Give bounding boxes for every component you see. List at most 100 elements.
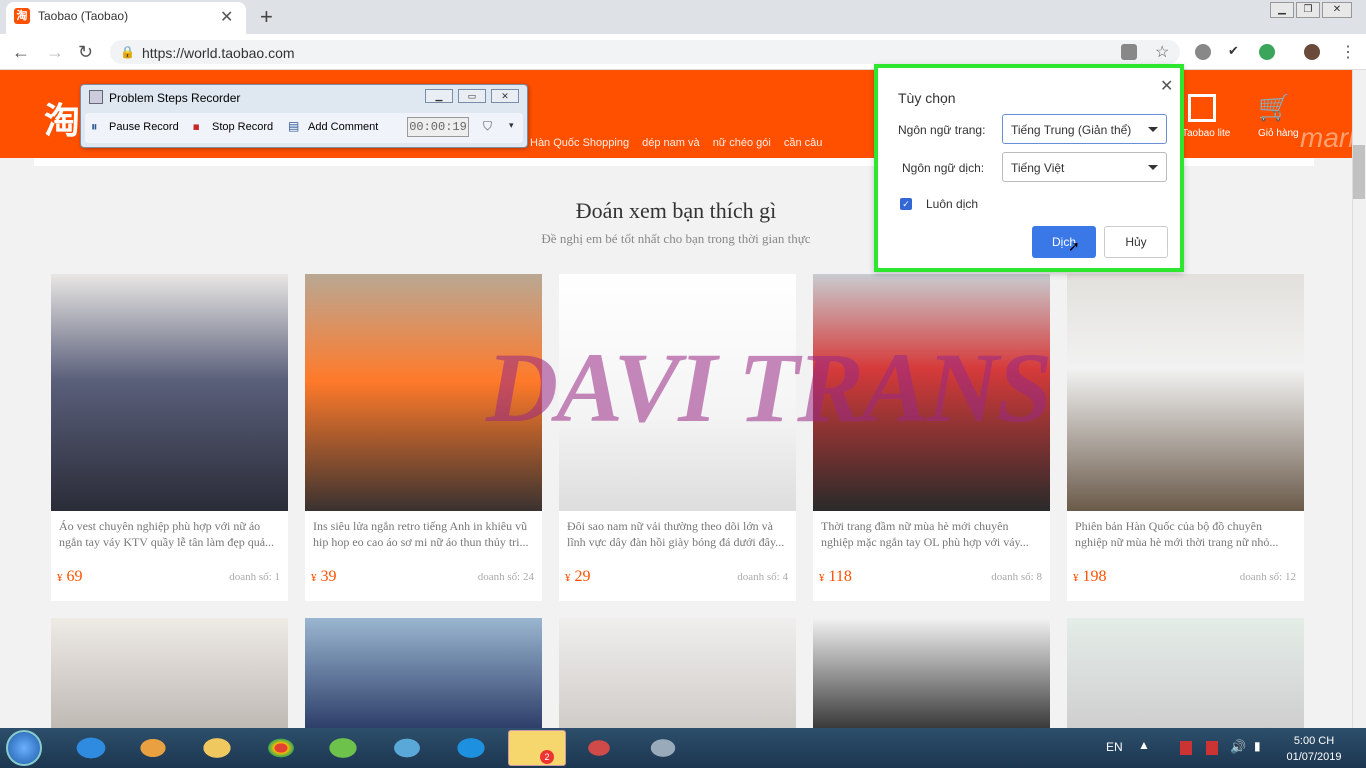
cancel-button[interactable]: Hủy — [1104, 226, 1168, 258]
category-link[interactable]: dép nam và — [642, 137, 699, 149]
product-card[interactable]: Áo vest chuyên nghiệp phù hợp với nữ áo … — [51, 274, 288, 601]
notes-app-icon[interactable] — [382, 730, 432, 766]
target-language-value: Tiếng Việt — [1011, 161, 1065, 175]
back-icon[interactable]: ← — [12, 42, 30, 63]
psr-minimize-button[interactable]: ▁ — [425, 89, 453, 103]
zalo-icon[interactable] — [508, 730, 566, 766]
media-player-icon[interactable] — [128, 730, 178, 766]
qr-code-icon[interactable] — [1188, 94, 1216, 122]
currency-symbol: ¥ — [565, 572, 571, 584]
volume-icon[interactable]: 🔊 — [1230, 739, 1246, 755]
shield-icon[interactable]: ⛉ — [483, 119, 492, 134]
page-language-label: Ngôn ngữ trang: — [898, 123, 986, 137]
product-description[interactable]: Phiên bản Hàn Quốc của bộ đồ chuyên nghi… — [1075, 518, 1297, 550]
new-tab-button[interactable]: + — [260, 4, 273, 30]
mouse-cursor-icon: ➚ — [1068, 238, 1080, 254]
tray-expand-icon[interactable]: ▲ — [1138, 738, 1150, 752]
price-value: 39 — [320, 568, 337, 585]
product-price: ¥ 118 — [819, 568, 852, 586]
green-app-icon[interactable] — [318, 730, 368, 766]
reload-icon[interactable]: ↻ — [78, 42, 93, 63]
profile-avatar[interactable] — [1304, 44, 1320, 60]
translate-icon[interactable] — [1121, 44, 1137, 60]
product-card[interactable]: Phiên bản Hàn Quốc của bộ đồ chuyên nghi… — [1067, 274, 1304, 601]
pause-icon[interactable]: ⏸ — [91, 119, 98, 135]
tray-app-icon[interactable] — [1180, 741, 1192, 755]
category-link[interactable]: cần câu — [784, 137, 823, 149]
close-window-button[interactable]: ✕ — [1322, 2, 1352, 18]
restore-button[interactable]: ❐ — [1296, 2, 1320, 18]
stop-record-button[interactable]: Stop Record — [212, 121, 273, 133]
comment-icon[interactable]: ▤ — [288, 119, 299, 133]
product-description[interactable]: Thời trang đầm nữ mùa hè mới chuyên nghi… — [821, 518, 1043, 550]
menu-dots-icon[interactable]: ⋮ — [1340, 42, 1356, 62]
lock-icon[interactable]: 🔒 — [120, 45, 135, 59]
forward-icon[interactable]: → — [46, 42, 64, 63]
category-link[interactable]: nữ chéo gói — [713, 137, 771, 149]
product-card[interactable] — [1067, 618, 1304, 728]
extension-plus-icon[interactable] — [1259, 44, 1275, 60]
psr-app-icon — [89, 90, 103, 104]
cart-label[interactable]: Giỏ hàng — [1258, 128, 1299, 139]
psr-title: Problem Steps Recorder — [109, 91, 241, 105]
taobao-logo[interactable]: 淘 — [44, 92, 80, 144]
bookmark-star-icon[interactable]: ☆ — [1155, 42, 1169, 62]
steps-recorder-icon[interactable] — [638, 730, 688, 766]
psr-window: Problem Steps Recorder ▁ ▭ ✕ ⏸ Pause Rec… — [80, 84, 528, 148]
psr-close-button[interactable]: ✕ — [491, 89, 519, 103]
always-translate-checkbox[interactable]: ✓ — [900, 198, 912, 210]
tab-close-icon[interactable]: ✕ — [220, 7, 233, 27]
file-explorer-icon[interactable] — [192, 730, 242, 766]
translate-button[interactable]: Dịch — [1032, 226, 1096, 258]
pause-record-button[interactable]: Pause Record — [109, 121, 179, 133]
currency-symbol: ¥ — [311, 572, 317, 584]
skype-icon[interactable] — [446, 730, 496, 766]
extension-gear-icon[interactable] — [1195, 44, 1211, 60]
page-language-value: Tiếng Trung (Giản thể) — [1011, 123, 1132, 137]
product-card[interactable] — [305, 618, 542, 728]
product-description[interactable]: Áo vest chuyên nghiệp phù hợp với nữ áo … — [59, 518, 281, 550]
internet-explorer-icon[interactable] — [66, 730, 116, 766]
chrome-icon[interactable] — [256, 730, 306, 766]
network-icon[interactable]: ▮ — [1254, 739, 1261, 753]
psr-timer: 00:00:19 — [407, 117, 469, 137]
target-language-select[interactable]: Tiếng Việt — [1002, 152, 1167, 182]
product-card[interactable] — [559, 618, 796, 728]
cart-icon[interactable]: 🛒 — [1258, 92, 1290, 123]
psr-maximize-button[interactable]: ▭ — [458, 89, 486, 103]
taobao-lite-label[interactable]: Taobao lite — [1182, 128, 1230, 139]
clock-time[interactable]: 5:00 CH — [1282, 735, 1346, 747]
scrollbar-thumb[interactable] — [1353, 145, 1365, 199]
always-translate-label[interactable]: Luôn dịch — [926, 197, 978, 211]
stop-icon[interactable]: ⏹ — [193, 119, 200, 135]
close-icon[interactable]: ✕ — [1160, 76, 1173, 96]
product-price: ¥ 69 — [57, 568, 83, 586]
product-sales: doanh số: 8 — [991, 571, 1042, 583]
translate-options-popup: Tùy chọn ✕ Ngôn ngữ trang: Tiếng Trung (… — [874, 64, 1184, 272]
extension-check-icon[interactable]: ✔ — [1228, 43, 1239, 59]
action-center-icon[interactable] — [1206, 741, 1218, 755]
zalo-badge: 2 — [540, 750, 554, 764]
product-card[interactable] — [813, 618, 1050, 728]
url-text[interactable]: https://world.taobao.com — [142, 45, 295, 61]
product-description[interactable]: Ins siêu lửa ngắn retro tiếng Anh in khi… — [313, 518, 535, 550]
currency-symbol: ¥ — [1073, 572, 1079, 584]
language-indicator[interactable]: EN — [1106, 740, 1123, 754]
target-language-label: Ngôn ngữ dịch: — [902, 161, 985, 175]
snipping-tool-icon[interactable] — [574, 730, 624, 766]
add-comment-button[interactable]: Add Comment — [308, 121, 378, 133]
start-button[interactable] — [6, 730, 42, 766]
product-sales: doanh số: 4 — [737, 571, 788, 583]
page-language-select[interactable]: Tiếng Trung (Giản thể) — [1002, 114, 1167, 144]
product-image[interactable] — [1067, 274, 1304, 511]
davi-trans-watermark: DAVI TRANS — [486, 332, 1052, 443]
chevron-down-icon[interactable]: ▾ — [509, 120, 514, 131]
chevron-down-icon — [1148, 127, 1158, 132]
product-sales: doanh số: 12 — [1239, 571, 1296, 583]
category-link[interactable]: Hàn Quốc Shopping — [530, 137, 629, 149]
minimize-button[interactable]: ▁ — [1270, 2, 1294, 18]
product-description[interactable]: Đôi sao nam nữ vải thường theo dõi lớn v… — [567, 518, 789, 550]
product-card[interactable] — [51, 618, 288, 728]
product-image[interactable] — [51, 274, 288, 511]
clock-date[interactable]: 01/07/2019 — [1282, 751, 1346, 763]
